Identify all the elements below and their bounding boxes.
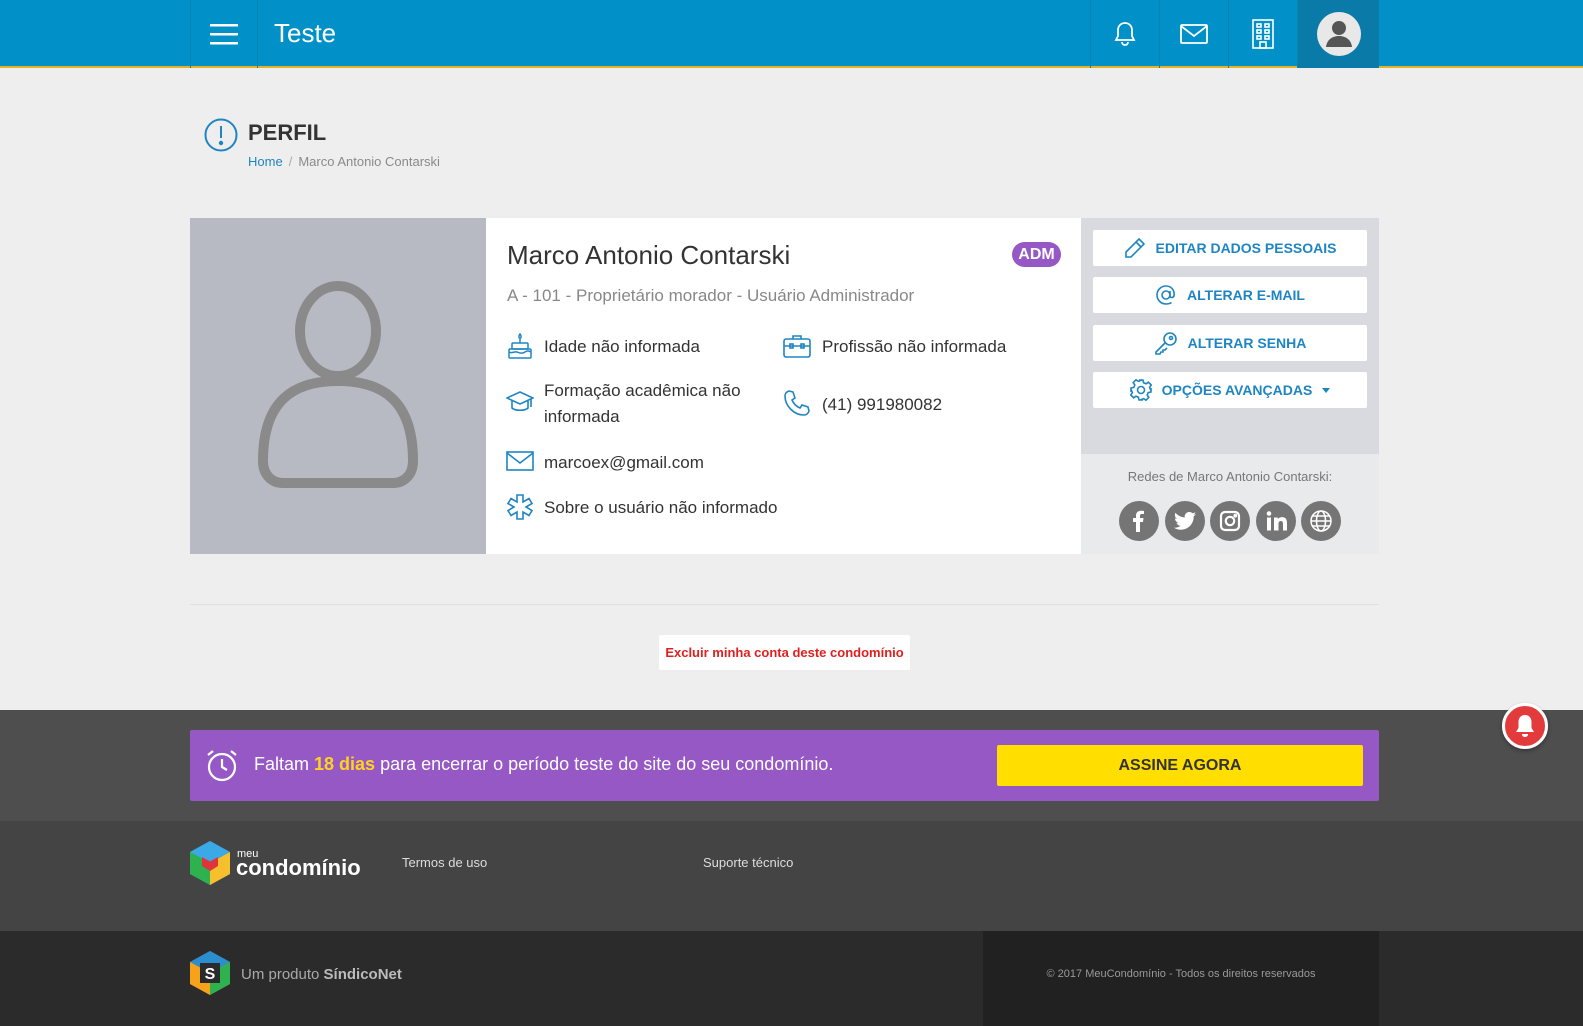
profile-photo-placeholder [190,218,486,554]
linkedin-icon[interactable] [1256,501,1296,541]
product-credit: Um produto SíndicoNet [241,966,402,983]
copyright-text: © 2017 MeuCondomínio - Todos os direitos… [1046,968,1316,980]
social-networks-title: Redes de Marco Antonio Contarski: [1127,469,1333,484]
user-menu-button[interactable] [1297,0,1379,68]
trial-message-suffix: para encerrar o período teste do site do… [375,754,834,774]
alarm-clock-icon [207,750,237,782]
notifications-fab[interactable] [1502,703,1548,749]
briefcase-icon [783,335,811,358]
trial-message-prefix: Faltam [254,754,315,774]
sindiconet-logo-icon: S [190,951,230,995]
delete-account-button[interactable]: Excluir minha conta deste condomínio [659,635,910,670]
page-title: PERFIL [248,120,327,145]
website-globe-icon[interactable] [1301,501,1341,541]
key-icon [1154,332,1177,355]
advanced-options-button[interactable]: OPÇÕES AVANÇADAS [1093,372,1367,408]
avatar-icon [1316,12,1361,56]
envelope-icon [1179,24,1208,44]
building-button[interactable] [1228,0,1296,68]
messages-button[interactable] [1159,0,1227,68]
change-email-label: ALTERAR E-MAIL [1187,287,1305,303]
profile-name: Marco Antonio Contarski [507,240,791,270]
about-field: Sobre o usuário não informado [544,498,778,517]
change-email-button[interactable]: ALTERAR E-MAIL [1093,277,1367,313]
asterisk-icon [506,494,534,520]
education-field: Formação acadêmica não informada [544,381,741,426]
email-field: marcoex@gmail.com [544,453,704,472]
breadcrumb-current: Marco Antonio Contarski [298,154,440,169]
breadcrumb-home-link[interactable]: Home [248,154,283,169]
subscribe-now-button[interactable]: ASSINE AGORA [997,745,1363,786]
age-field: Idade não informada [544,337,700,356]
pencil-icon [1124,237,1145,258]
hamburger-menu-button[interactable] [190,0,258,68]
bell-icon [1516,715,1534,737]
facebook-icon[interactable] [1119,501,1159,541]
edit-personal-data-label: EDITAR DADOS PESSOAIS [1155,240,1337,256]
bell-icon [1114,22,1135,46]
phone-field: (41) 991980082 [822,395,943,414]
gear-icon [1129,379,1152,401]
app-title: Teste [274,18,337,48]
building-icon [1251,19,1274,49]
svg-text:S: S [205,966,216,983]
hamburger-icon [210,24,238,45]
breadcrumb: Home / Marco Antonio Contarski [248,154,440,169]
product-name: SíndicoNet [323,966,402,983]
support-link[interactable]: Suporte técnico [703,855,793,870]
edit-personal-data-button[interactable]: EDITAR DADOS PESSOAIS [1093,230,1367,266]
profile-subtitle: A - 101 - Proprietário morador - Usuário… [507,286,915,305]
graduation-cap-icon [506,391,534,412]
section-divider [190,604,1379,605]
product-prefix: Um produto [241,966,324,983]
logo-big-text: condomínio [236,855,361,880]
alert-circle-icon [204,118,238,152]
twitter-icon[interactable] [1165,501,1205,541]
instagram-icon[interactable] [1210,501,1250,541]
cake-icon [508,332,532,359]
email-icon [506,451,534,471]
at-sign-icon [1156,285,1175,305]
meu-condominio-logo-icon [190,841,230,885]
caret-down-icon [1322,387,1331,393]
trial-days-remaining: 18 dias [314,754,376,774]
terms-of-use-link[interactable]: Termos de uso [402,855,487,870]
change-password-label: ALTERAR SENHA [1187,335,1307,351]
admin-badge: ADM [1012,242,1061,267]
breadcrumb-separator: / [288,154,293,169]
trial-message: Faltam 18 dias para encerrar o período t… [254,754,833,775]
advanced-options-label: OPÇÕES AVANÇADAS [1161,382,1313,398]
change-password-button[interactable]: ALTERAR SENHA [1093,325,1367,361]
profession-field: Profissão não informada [822,337,1007,356]
notifications-button[interactable] [1090,0,1158,68]
user-silhouette-icon [258,281,418,488]
phone-icon [784,390,810,416]
